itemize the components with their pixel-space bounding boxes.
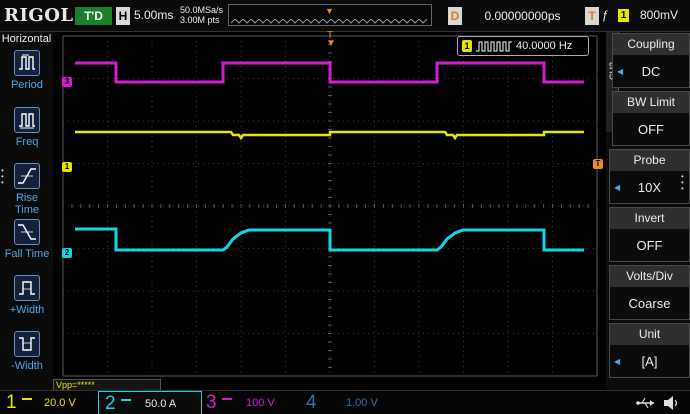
trigger-edge-icon: ƒ [602, 8, 609, 22]
bw-limit-softkey[interactable]: BW Limit OFF [612, 91, 690, 146]
invert-softkey[interactable]: Invert OFF [609, 207, 690, 262]
trigger-indicator: T [585, 7, 599, 25]
volts-div-softkey[interactable]: Volts/Div Coarse [609, 265, 690, 320]
ch1-offset-marker[interactable]: 1 [62, 162, 72, 172]
invert-value: OFF [636, 238, 663, 253]
waveform-display[interactable]: 3 1 2 T T ▼ 1 40.0000 Hz Vpp=***** [53, 31, 606, 391]
measure-negative-width-button[interactable]: -Width [3, 331, 51, 383]
invert-title: Invert [610, 208, 689, 229]
acquisition-info: 50.0MSa/s 3.00M pts [180, 5, 223, 25]
trigger-source-badge: 1 [618, 9, 629, 22]
probe-value: 10X [637, 180, 662, 195]
ch3-trace [75, 61, 584, 84]
right-page-dots-icon: • • • [681, 172, 684, 193]
probe-softkey[interactable]: Probe ◀ 10X [609, 149, 690, 204]
ch2-offset-marker[interactable]: 2 [62, 248, 72, 258]
measure-positive-width-label: +Width [9, 304, 45, 316]
run-state-indicator[interactable]: T'D [75, 7, 112, 25]
memory-position-bar[interactable]: ▼ [228, 4, 432, 26]
graticule [62, 35, 598, 377]
measure-period-button[interactable]: Period [3, 50, 51, 102]
horizontal-delay-value[interactable]: 0.00000000ps [470, 7, 575, 25]
trigger-level-value[interactable]: 800mV [640, 8, 678, 22]
usb-icon [636, 397, 654, 409]
ch2-coupling-icon [121, 399, 131, 401]
memory-depth-value: 3.00M pts [180, 15, 220, 25]
square-wave-icon [476, 41, 512, 52]
ch3-number: 3 [206, 392, 217, 413]
coupling-softkey[interactable]: Coupling ◀ DC [612, 33, 690, 88]
left-menu-title: Horizontal [1, 33, 52, 45]
horizontal-measure-menu: Horizontal Period Freq Rise Time Fall Ti… [0, 32, 53, 390]
unit-value: [A] [641, 354, 658, 369]
status-bar: RIGOL T'D H 5.00ms 50.0MSa/s 3.00M pts ▼… [0, 0, 690, 32]
ch1-scale: 20.0 V [44, 397, 76, 409]
ch1-trace [75, 130, 584, 141]
memory-waveform-thumbnail [231, 19, 428, 24]
volts-div-value: Coarse [628, 296, 671, 311]
ch1-coupling-icon [22, 398, 32, 400]
timebase-value[interactable]: 5.00ms [134, 8, 173, 22]
unit-title: Unit [610, 324, 689, 345]
ch3-scale: 100 V [246, 397, 275, 409]
period-icon [14, 50, 40, 76]
delay-indicator: D [448, 7, 462, 25]
page-dots-icon: • • • [1, 166, 4, 187]
ch1-number: 1 [6, 392, 17, 413]
measure-freq-button[interactable]: Freq [3, 107, 51, 159]
ch2-scale: 50.0 A [145, 398, 177, 410]
measure-negative-width-label: -Width [11, 360, 43, 372]
rise-time-icon [14, 163, 40, 189]
speaker-icon[interactable] [662, 395, 682, 411]
measure-fall-time-button[interactable]: Fall Time [3, 219, 51, 271]
negative-width-icon [14, 331, 40, 357]
sample-rate-value: 50.0MSa/s [180, 5, 224, 15]
unit-softkey[interactable]: Unit ◀ [A] [609, 323, 690, 378]
waveform-grid-and-traces [62, 35, 598, 377]
ch2-status[interactable]: 2 50.0 A [98, 391, 202, 414]
ch3-offset-marker[interactable]: 3 [62, 77, 72, 87]
trigger-level-marker[interactable]: T [593, 159, 603, 169]
ch3-coupling-icon [222, 398, 232, 400]
freq-icon [14, 107, 40, 133]
coupling-value: DC [641, 64, 661, 79]
fall-time-icon [14, 219, 40, 245]
horizontal-indicator: H [116, 7, 130, 25]
trigger-position-marker[interactable]: T ▼ [326, 31, 336, 49]
volts-div-title: Volts/Div [610, 266, 689, 287]
positive-width-icon [14, 275, 40, 301]
channel-menu: CH2 Coupling ◀ DC BW Limit OFF Probe ◀ 1… [606, 32, 690, 390]
frequency-value: 40.0000 Hz [516, 40, 573, 52]
ch2-number: 2 [105, 393, 116, 414]
measure-positive-width-button[interactable]: +Width [3, 275, 51, 327]
rigol-logo: RIGOL [4, 5, 74, 26]
probe-title: Probe [610, 150, 689, 171]
ch1-status[interactable]: 1 20.0 V [0, 391, 98, 414]
bw-limit-title: BW Limit [613, 92, 689, 113]
ch4-scale: 1.00 V [346, 397, 378, 409]
frequency-measurement-badge: 1 40.0000 Hz [457, 36, 589, 56]
ch4-number: 4 [306, 392, 317, 413]
ch4-status[interactable]: 4 1.00 V [302, 391, 402, 414]
measure-fall-time-label: Fall Time [4, 248, 50, 260]
coupling-title: Coupling [613, 34, 689, 55]
ch3-status[interactable]: 3 100 V [202, 391, 302, 414]
measure-period-label: Period [11, 79, 43, 91]
measure-freq-label: Freq [15, 136, 39, 148]
memory-trigger-marker: ▼ [325, 6, 334, 16]
measure-rise-time-button[interactable]: Rise Time [3, 163, 51, 216]
freq-source-channel: 1 [462, 40, 472, 52]
measure-rise-time-label: Rise Time [14, 192, 40, 216]
bw-limit-value: OFF [638, 122, 664, 137]
channel-status-bar: 1 20.0 V 2 50.0 A 3 100 V 4 1.00 V [0, 390, 690, 414]
